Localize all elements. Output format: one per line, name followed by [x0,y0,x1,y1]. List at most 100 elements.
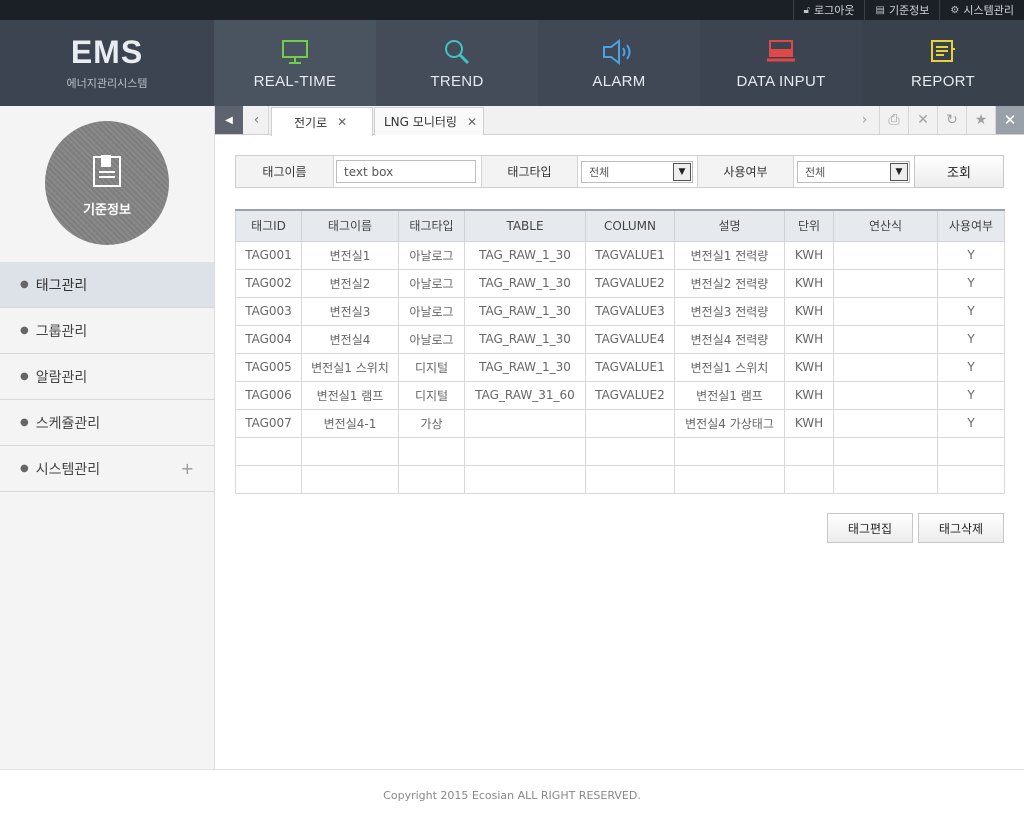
sidebar-item-schedule-management[interactable]: ● 스케쥴관리 [0,400,214,446]
edit-tag-button[interactable]: 태그편집 [827,513,913,543]
close-icon[interactable]: ✕ [337,115,347,129]
tag-type-label: 태그타입 [481,156,578,187]
table-cell [833,436,938,466]
table-cell: Y [937,296,1005,326]
print-button[interactable]: ⎙ [879,106,908,134]
tab-scroll-left-button[interactable]: ‹ [245,106,269,134]
sidebar-item-label: 시스템관리 [35,461,101,478]
column-header[interactable]: 태그이름 [301,209,399,242]
section-title: 기준정보 [83,203,131,218]
table-row[interactable]: TAG007 변전실4-1 가상 변전실4 가상태그 KWH Y [235,408,1005,438]
close-tab-button[interactable]: ✕ [908,106,937,134]
table-row[interactable]: TAG003 변전실3 아날로그 TAG_RAW_1_30 TAGVALUE3 변전실3 … [235,296,1005,326]
bullet-icon: ● [20,371,29,382]
table-cell [833,464,938,494]
system-admin-label: 시스템관리 [963,4,1014,17]
table-cell: 변전실1 램프 [674,380,785,410]
column-header[interactable]: 태그타입 [398,209,465,242]
table-cell [833,240,938,270]
delete-tag-button[interactable]: 태그삭제 [918,513,1004,543]
table-cell: TAGVALUE2 [585,380,675,410]
speaker-icon [538,38,700,66]
tab-tools: › ⎙ ✕ ↻ ★ ✕ [850,106,1024,134]
system-admin-link[interactable]: ⚙ 시스템관리 [939,0,1024,20]
table-cell: TAG_RAW_1_30 [464,352,586,382]
nav-data-input-label: DATA INPUT [736,73,826,90]
top-utility-bar: 🔓︎ 로그아웃 ▤ 기준정보 ⚙ 시스템관리 [0,0,1024,20]
table-cell [464,436,586,466]
nav-trend-label: TREND [430,73,484,90]
logout-label: 로그아웃 [814,4,855,17]
main-header: EMS 에너지관리시스템 REAL-TIME TREND ALARM DATA [0,20,1024,106]
table-row[interactable]: TAG004 변전실4 아날로그 TAG_RAW_1_30 TAGVALUE4 변전실4 … [235,324,1005,354]
main-nav: REAL-TIME TREND ALARM DATA INPUT REPORT [214,20,1024,106]
sidebar-item-alarm-management[interactable]: ● 알람관리 [0,354,214,400]
nav-trend[interactable]: TREND [376,20,538,106]
base-info-link[interactable]: ▤ 기준정보 [864,0,939,20]
close-icon[interactable]: ✕ [467,115,477,129]
base-info-label: 기준정보 [888,4,930,17]
column-header[interactable]: 설명 [674,209,785,242]
table-cell: TAGVALUE4 [585,324,675,354]
table-row[interactable] [235,436,1005,466]
nav-alarm[interactable]: ALARM [538,20,700,106]
sidebar-item-group-management[interactable]: ● 그룹관리 [0,308,214,354]
table-cell: 디지털 [398,352,465,382]
table-cell: 아날로그 [398,240,465,270]
clipboard-icon [92,154,122,192]
table-cell [301,436,399,466]
nav-report[interactable]: REPORT [862,20,1024,106]
table-cell [937,464,1005,494]
nav-data-input[interactable]: DATA INPUT [700,20,862,106]
tab-lng-monitoring[interactable]: LNG 모니터링 ✕ [374,107,484,135]
table-cell [674,436,785,466]
tag-type-select[interactable]: 전체 ▼ [581,161,693,183]
sidebar-item-system-management[interactable]: ● 시스템관리 + [0,446,214,492]
column-header[interactable]: 사용여부 [937,209,1005,242]
logout-link[interactable]: 🔓︎ 로그아웃 [792,0,865,20]
table-row[interactable]: TAG002 변전실2 아날로그 TAG_RAW_1_30 TAGVALUE2 변전실2 … [235,268,1005,298]
favorite-button[interactable]: ★ [966,106,995,134]
logo[interactable]: EMS 에너지관리시스템 [0,20,214,106]
column-header[interactable]: TABLE [464,209,586,242]
usage-select[interactable]: 전체 ▼ [797,161,910,183]
table-cell: 아날로그 [398,324,465,354]
refresh-button[interactable]: ↻ [937,106,966,134]
column-header[interactable]: COLUMN [585,209,675,242]
close-all-button[interactable]: ✕ [995,106,1024,134]
tab-scroll-right-button[interactable]: › [850,106,879,134]
table-cell: 변전실4 [301,324,399,354]
expand-plus-icon[interactable]: + [181,459,194,478]
column-header[interactable]: 태그ID [235,209,302,242]
table-cell [585,408,675,438]
table-cell: KWH [784,296,834,326]
table-row[interactable] [235,464,1005,494]
tag-name-input[interactable] [336,160,476,183]
table-cell: 아날로그 [398,268,465,298]
bullet-icon: ● [20,279,29,290]
bullet-icon: ● [20,325,29,336]
sidebar-toggle-button[interactable]: ◀ [215,106,243,134]
tab-electric-furnace[interactable]: 전기로 ✕ [271,107,373,136]
table-cell: 변전실2 전력량 [674,268,785,298]
sidebar-item-label: 그룹관리 [35,323,88,340]
document-icon: ▤ [875,4,885,16]
table-cell: TAGVALUE2 [585,268,675,298]
tab-label: 전기로 [294,115,328,130]
search-button[interactable]: 조회 [914,155,1004,188]
x-icon: ✕ [917,112,929,128]
nav-realtime[interactable]: REAL-TIME [214,20,376,106]
column-header[interactable]: 연산식 [833,209,938,242]
table-cell [833,296,938,326]
table-row[interactable]: TAG006 변전실1 램프 디지털 TAG_RAW_31_60 TAGVALUE2 변전… [235,380,1005,410]
table-cell [833,352,938,382]
triangle-left-icon: ◀ [225,114,233,126]
sidebar-item-tag-management[interactable]: ● 태그관리 [0,262,214,308]
copyright-text: Copyright 2015 Ecosian ALL RIGHT RESERVE… [383,789,641,802]
table-cell [585,464,675,494]
table-cell: 변전실1 전력량 [674,240,785,270]
table-row[interactable]: TAG005 변전실1 스위치 디지털 TAG_RAW_1_30 TAGVALUE1 변전… [235,352,1005,382]
table-row[interactable]: TAG001 변전실1 아날로그 TAG_RAW_1_30 TAGVALUE1 변전실1 … [235,240,1005,270]
column-header[interactable]: 단위 [784,209,834,242]
table-cell: Y [937,240,1005,270]
